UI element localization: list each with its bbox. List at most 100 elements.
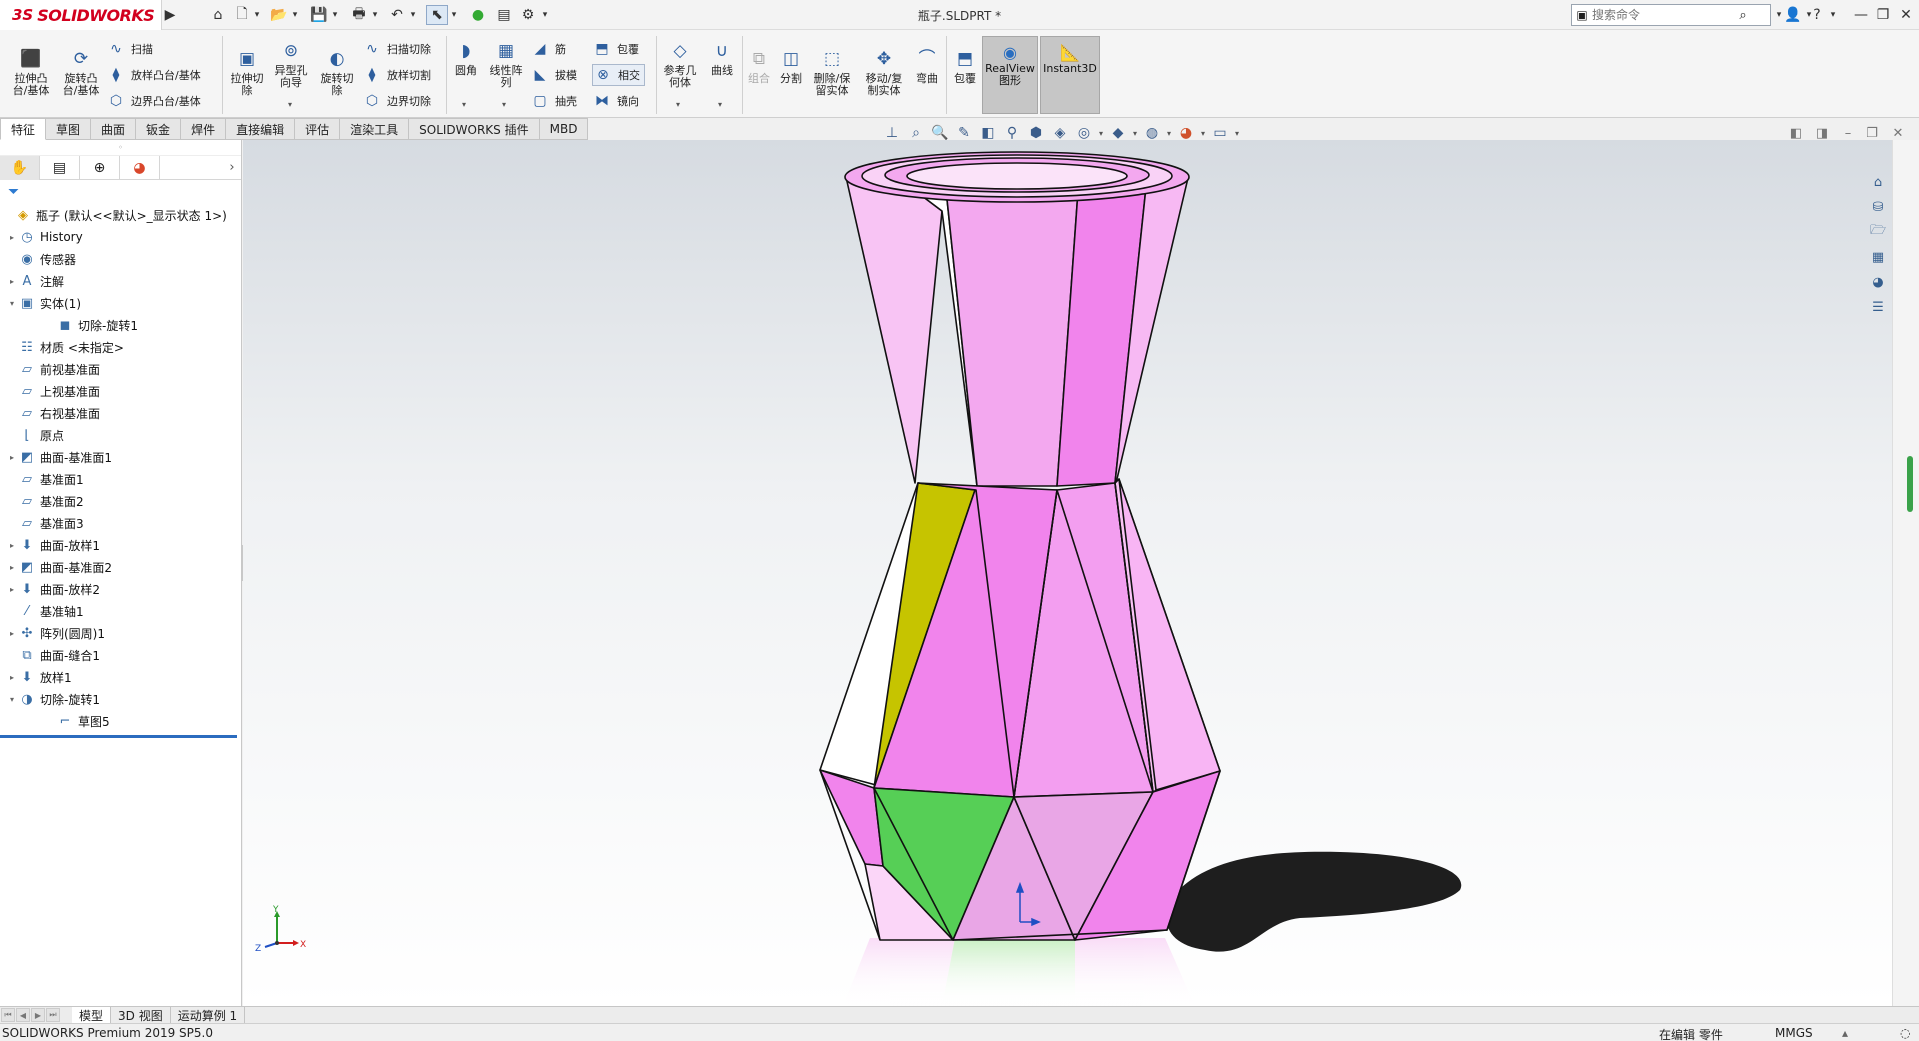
feature-tree-item[interactable]: ⌊ 原点 (0, 424, 241, 446)
view-palette-icon[interactable]: ▦ (1866, 245, 1890, 269)
last-tab-arrow-icon[interactable]: ⏭ (46, 1008, 60, 1022)
file-properties-icon[interactable]: ▤ (494, 5, 514, 25)
undo-dropdown-icon[interactable]: ▾ (408, 5, 418, 25)
viewport-minimize-icon[interactable]: – (1836, 122, 1860, 144)
feature-tree-item[interactable]: ◈ 瓶子 (默认<<默认>_显示状态 1>) (0, 204, 241, 226)
help-dropdown-icon[interactable]: ▾ (1828, 5, 1838, 25)
feature-tree-item[interactable]: ▸ ◩ 曲面-基准面2 (0, 556, 241, 578)
expand-arrow-icon[interactable]: ▸ (6, 629, 18, 638)
move-copy-body-button[interactable]: ✥ 移动/复 制实体 (860, 48, 908, 97)
tab-model[interactable]: 模型 (72, 1007, 112, 1023)
viewport-split-right-icon[interactable]: ◨ (1810, 122, 1834, 144)
scene-dropdown-icon[interactable]: ▾ (1164, 129, 1174, 138)
shell-button[interactable]: ▢ 抽壳 (530, 90, 577, 112)
bottle-model[interactable] (243, 140, 1892, 1006)
help-icon[interactable]: ? (1806, 5, 1828, 25)
search-box[interactable]: ▣ ⌕ (1571, 4, 1771, 26)
design-library-icon[interactable]: ⛁ (1866, 195, 1890, 219)
solidworks-logo[interactable]: 3S SOLIDWORKS (0, 0, 162, 30)
edit-appearance-icon[interactable]: ◆ (1106, 122, 1130, 144)
units-dropdown-icon[interactable]: ▴ (1842, 1026, 1848, 1040)
more-tabs-icon[interactable]: › (223, 160, 241, 175)
tab-direct-editing[interactable]: 直接编辑 (226, 118, 296, 140)
task-pane-scroll-indicator[interactable] (1907, 456, 1913, 512)
draft-button[interactable]: ◣ 拔模 (530, 64, 577, 86)
prev-tab-arrow-icon[interactable]: ◀ (16, 1008, 30, 1022)
zoom-to-fit-icon[interactable]: ⌕ (904, 122, 928, 144)
viewport-restore-icon[interactable]: ❐ (1860, 122, 1884, 144)
feature-tree-item[interactable]: ▱ 基准面1 (0, 468, 241, 490)
unit-system[interactable]: MMGS (1775, 1026, 1813, 1040)
tab-render-tools[interactable]: 渲染工具 (340, 118, 410, 140)
rib-button[interactable]: ◢ 筋 (530, 38, 566, 60)
collapse-arrow-icon[interactable]: ▾ (6, 695, 18, 704)
sweep-cut-button[interactable]: ∿ 扫描切除 (362, 38, 431, 60)
feature-tree-item[interactable]: ▱ 右视基准面 (0, 402, 241, 424)
feature-tree-item[interactable]: ⌐ 草图5 (0, 710, 241, 732)
intersect-button[interactable]: ⊗ 相交 (592, 64, 645, 86)
sweep-button[interactable]: ∿ 扫描 (106, 38, 153, 60)
configuration-manager-tab[interactable]: ⊕ (80, 155, 120, 180)
dynamic-annotation-icon[interactable]: ⚲ (1000, 122, 1024, 144)
reference-geometry-dropdown-icon[interactable]: ▾ (676, 100, 680, 109)
feature-tree-item[interactable]: ▱ 前视基准面 (0, 358, 241, 380)
view-orientation-normal-icon[interactable]: ⊥ (880, 122, 904, 144)
tab-surfaces[interactable]: 曲面 (91, 118, 137, 140)
viewport-split-left-icon[interactable]: ◧ (1784, 122, 1808, 144)
realview-dropdown-icon[interactable]: ▾ (1198, 129, 1208, 138)
new-document-icon[interactable]: 🗋 (232, 5, 252, 25)
collapse-arrow-icon[interactable]: ▾ (6, 299, 18, 308)
tab-weldments[interactable]: 焊件 (181, 118, 227, 140)
fillet-dropdown-icon[interactable]: ▾ (462, 100, 466, 109)
feature-tree-tab[interactable]: ✋ (0, 155, 40, 180)
options-gear-icon[interactable]: ⚙ (518, 5, 538, 25)
next-tab-arrow-icon[interactable]: ▶ (31, 1008, 45, 1022)
feature-tree-item[interactable]: ▸ ✣ 阵列(圆周)1 (0, 622, 241, 644)
view-orientation-icon[interactable]: ⬢ (1024, 122, 1048, 144)
revolve-boss-button[interactable]: ⟳ 旋转凸 台/基体 (58, 48, 104, 97)
options-dropdown-icon[interactable]: ▾ (540, 5, 550, 25)
tab-evaluate[interactable]: 评估 (295, 118, 341, 140)
user-icon[interactable]: 👤 (1782, 5, 1804, 25)
extrude-cut-button[interactable]: ▣ 拉伸切 除 (224, 48, 270, 97)
solidworks-resources-icon[interactable]: ⌂ (1866, 170, 1890, 194)
realview-toggle[interactable]: ◉ RealView 图形 (982, 36, 1038, 114)
loft-cut-button[interactable]: ⧫ 放样切割 (362, 64, 431, 86)
open-icon[interactable]: 📂 (268, 5, 290, 25)
select-dropdown-icon[interactable]: ▾ (449, 5, 459, 25)
expand-arrow-icon[interactable]: ▸ (6, 563, 18, 572)
feature-tree-item[interactable]: ▱ 上视基准面 (0, 380, 241, 402)
filter-icon[interactable]: ⏷ (0, 180, 241, 204)
close-icon[interactable]: ✕ (1893, 4, 1919, 26)
custom-properties-icon[interactable]: ☰ (1866, 295, 1890, 319)
feature-tree-item[interactable]: ▾ ▣ 实体(1) (0, 292, 241, 314)
print-icon[interactable]: 🖶 (348, 5, 370, 25)
previous-view-icon[interactable]: ✎ (952, 122, 976, 144)
realview-appearance-icon[interactable]: ◕ (1174, 122, 1198, 144)
search-scope-icon[interactable]: ▣ (1572, 8, 1592, 22)
new-dropdown-icon[interactable]: ▾ (252, 5, 262, 25)
feature-tree-item[interactable]: ▾ ◑ 切除-旋转1 (0, 688, 241, 710)
file-explorer-icon[interactable]: 🗁 (1866, 220, 1890, 244)
linear-pattern-button[interactable]: ▦ 线性阵 列 (486, 40, 526, 89)
feature-tree-item[interactable]: ▸ A 注解 (0, 270, 241, 292)
expand-arrow-icon[interactable]: ▸ (6, 585, 18, 594)
curves-button[interactable]: ∪ 曲线 (704, 40, 740, 77)
undo-icon[interactable]: ↶ (386, 5, 408, 25)
tab-motion-study[interactable]: 运动算例 1 (171, 1007, 246, 1023)
expand-arrow-icon[interactable]: ▸ (6, 453, 18, 462)
feature-tree-item[interactable]: ▸ ⬇ 放样1 (0, 666, 241, 688)
revolve-cut-button[interactable]: ◐ 旋转切 除 (314, 48, 360, 97)
search-icon[interactable]: ⌕ (1732, 8, 1754, 23)
delete-keep-body-button[interactable]: ⬚ 删除/保 留实体 (808, 48, 856, 97)
expand-arrow-icon[interactable]: ▸ (6, 277, 18, 286)
menu-expand-icon[interactable]: ▶ (162, 5, 178, 25)
wrap-feature-button[interactable]: ⬒ 包覆 (948, 48, 982, 85)
appearances-icon[interactable]: ◕ (1866, 270, 1890, 294)
hide-show-items-icon[interactable]: ◎ (1072, 122, 1096, 144)
expand-arrow-icon[interactable]: ▸ (6, 541, 18, 550)
extrude-boss-button[interactable]: ⬛ 拉伸凸 台/基体 (8, 48, 54, 97)
feature-tree-item[interactable]: ⁄ 基准轴1 (0, 600, 241, 622)
appearance-dropdown-icon[interactable]: ▾ (1130, 129, 1140, 138)
section-view-icon[interactable]: ◧ (976, 122, 1000, 144)
